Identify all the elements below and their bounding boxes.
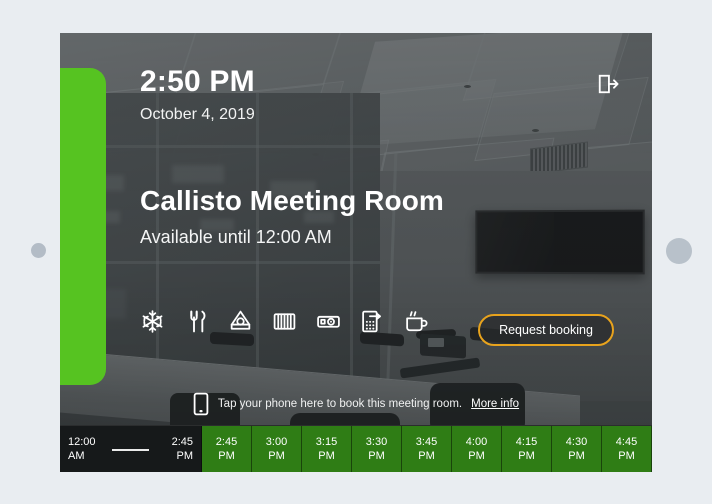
room-status: Available until 12:00 AM <box>140 227 332 247</box>
timeline-slot[interactable]: 4:45 PM <box>602 426 652 472</box>
timeline-slot-meridiem: PM <box>218 450 235 462</box>
current-time: 2:50 PM <box>140 65 255 98</box>
timeline-slot-meridiem: PM <box>318 450 335 462</box>
timeline-slot-meridiem: PM <box>518 450 535 462</box>
request-booking-button[interactable]: Request booking <box>478 314 614 346</box>
timeline-slot-time: 3:15 <box>315 436 338 448</box>
snowflake-icon <box>142 310 163 333</box>
device-button-left[interactable] <box>31 243 46 258</box>
timeline-slot-meridiem: PM <box>618 450 635 462</box>
timeline-past-end-line1: 2:45 <box>171 436 193 448</box>
ceiling-light-icon <box>230 310 251 330</box>
room-name: Callisto Meeting Room <box>140 185 444 216</box>
logout-icon <box>598 74 619 94</box>
radiator-icon <box>273 313 296 330</box>
timeline-slot[interactable]: 4:30 PM <box>552 426 602 472</box>
more-info-link[interactable]: More info <box>471 398 519 410</box>
cutlery-icon <box>190 310 206 333</box>
timeline-slot-time: 3:00 <box>265 436 288 448</box>
nfc-tap-hint: Tap your phone here to book this meeting… <box>60 388 652 420</box>
timeline-past-end-line2: PM <box>176 450 194 462</box>
timeline-slot[interactable]: 3:15 PM <box>302 426 352 472</box>
timeline-slot[interactable]: 3:45 PM <box>402 426 452 472</box>
timeline-slot-time: 4:30 <box>565 436 588 448</box>
timeline-slot[interactable]: 3:30 PM <box>352 426 402 472</box>
timeline-past-line <box>112 449 149 451</box>
timeline-slot[interactable]: 4:15 PM <box>502 426 552 472</box>
projector-icon <box>317 315 340 328</box>
smartphone-icon <box>193 392 209 416</box>
amenity-list <box>140 309 429 334</box>
availability-timeline: 12:00 AM 2:45 PM 2:45 PM 3:00 PM 3:15 PM 3:30 P… <box>60 425 652 472</box>
timeline-past-start: 12:00 AM <box>68 435 96 463</box>
device-frame: 2:50 PM October 4, 2019 Callisto Meeting… <box>0 0 712 504</box>
device-button-right[interactable] <box>666 238 692 264</box>
timeline-slot-time: 4:45 <box>615 436 638 448</box>
timeline-past-start-line2: AM <box>68 450 85 462</box>
timeline-slot-meridiem: PM <box>468 450 485 462</box>
timeline-slot[interactable]: 3:00 PM <box>252 426 302 472</box>
timeline-slot-meridiem: PM <box>368 450 385 462</box>
logout-button[interactable] <box>595 71 621 97</box>
timeline-slot-time: 3:45 <box>415 436 438 448</box>
timeline-past-end: 2:45 PM <box>172 435 193 463</box>
timeline-slot-time: 3:30 <box>365 436 388 448</box>
timeline-slot-meridiem: PM <box>568 450 585 462</box>
timeline-slot-time: 2:45 <box>215 436 238 448</box>
room-display-screen: 2:50 PM October 4, 2019 Callisto Meeting… <box>60 33 652 472</box>
timeline-slot-meridiem: PM <box>268 450 285 462</box>
timeline-past-start-line1: 12:00 <box>68 436 96 448</box>
timeline-past-segment[interactable]: 12:00 AM 2:45 PM <box>60 426 202 472</box>
coffee-cup-icon <box>406 311 428 332</box>
timeline-slot[interactable]: 4:00 PM <box>452 426 502 472</box>
nfc-tap-text: Tap your phone here to book this meeting… <box>217 398 463 410</box>
keypad-access-icon <box>362 310 381 333</box>
timeline-slot-meridiem: PM <box>418 450 435 462</box>
current-date: October 4, 2019 <box>140 106 255 123</box>
timeline-slot-time: 4:00 <box>465 436 488 448</box>
timeline-slot[interactable]: 2:45 PM <box>202 426 252 472</box>
timeline-slot-time: 4:15 <box>515 436 538 448</box>
